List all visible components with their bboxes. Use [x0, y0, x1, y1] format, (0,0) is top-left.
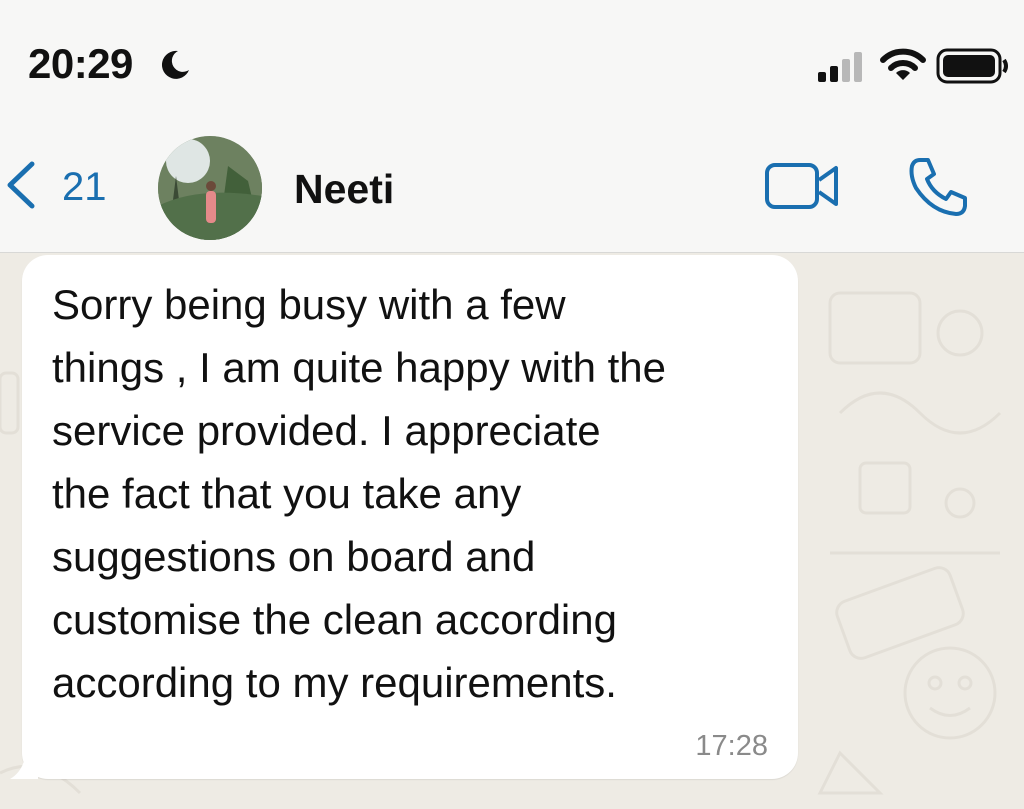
battery-icon: [936, 48, 1010, 89]
signal-icon: [818, 52, 866, 87]
contact-name[interactable]: Neeti: [294, 166, 394, 213]
chat-header: 21 Neeti: [0, 120, 1024, 253]
video-call-icon[interactable]: [764, 160, 840, 217]
wifi-icon: [880, 48, 926, 87]
avatar[interactable]: [158, 136, 262, 240]
phone-call-icon[interactable]: [906, 154, 972, 225]
message-timestamp: 17:28: [695, 730, 768, 762]
status-bar: 20:29: [0, 0, 1024, 120]
bubble-tail: [8, 751, 38, 786]
moon-icon: [158, 48, 192, 87]
back-chevron-icon: [4, 160, 38, 215]
status-time: 20:29: [28, 40, 133, 87]
message-bubble[interactable]: Sorry being busy with a few things , I a…: [22, 255, 798, 779]
back-button[interactable]: 21: [4, 160, 107, 215]
chat-area[interactable]: Sorry being busy with a few things , I a…: [0, 253, 1024, 809]
message-text: Sorry being busy with a few things , I a…: [52, 281, 667, 706]
unread-count: 21: [62, 164, 107, 209]
